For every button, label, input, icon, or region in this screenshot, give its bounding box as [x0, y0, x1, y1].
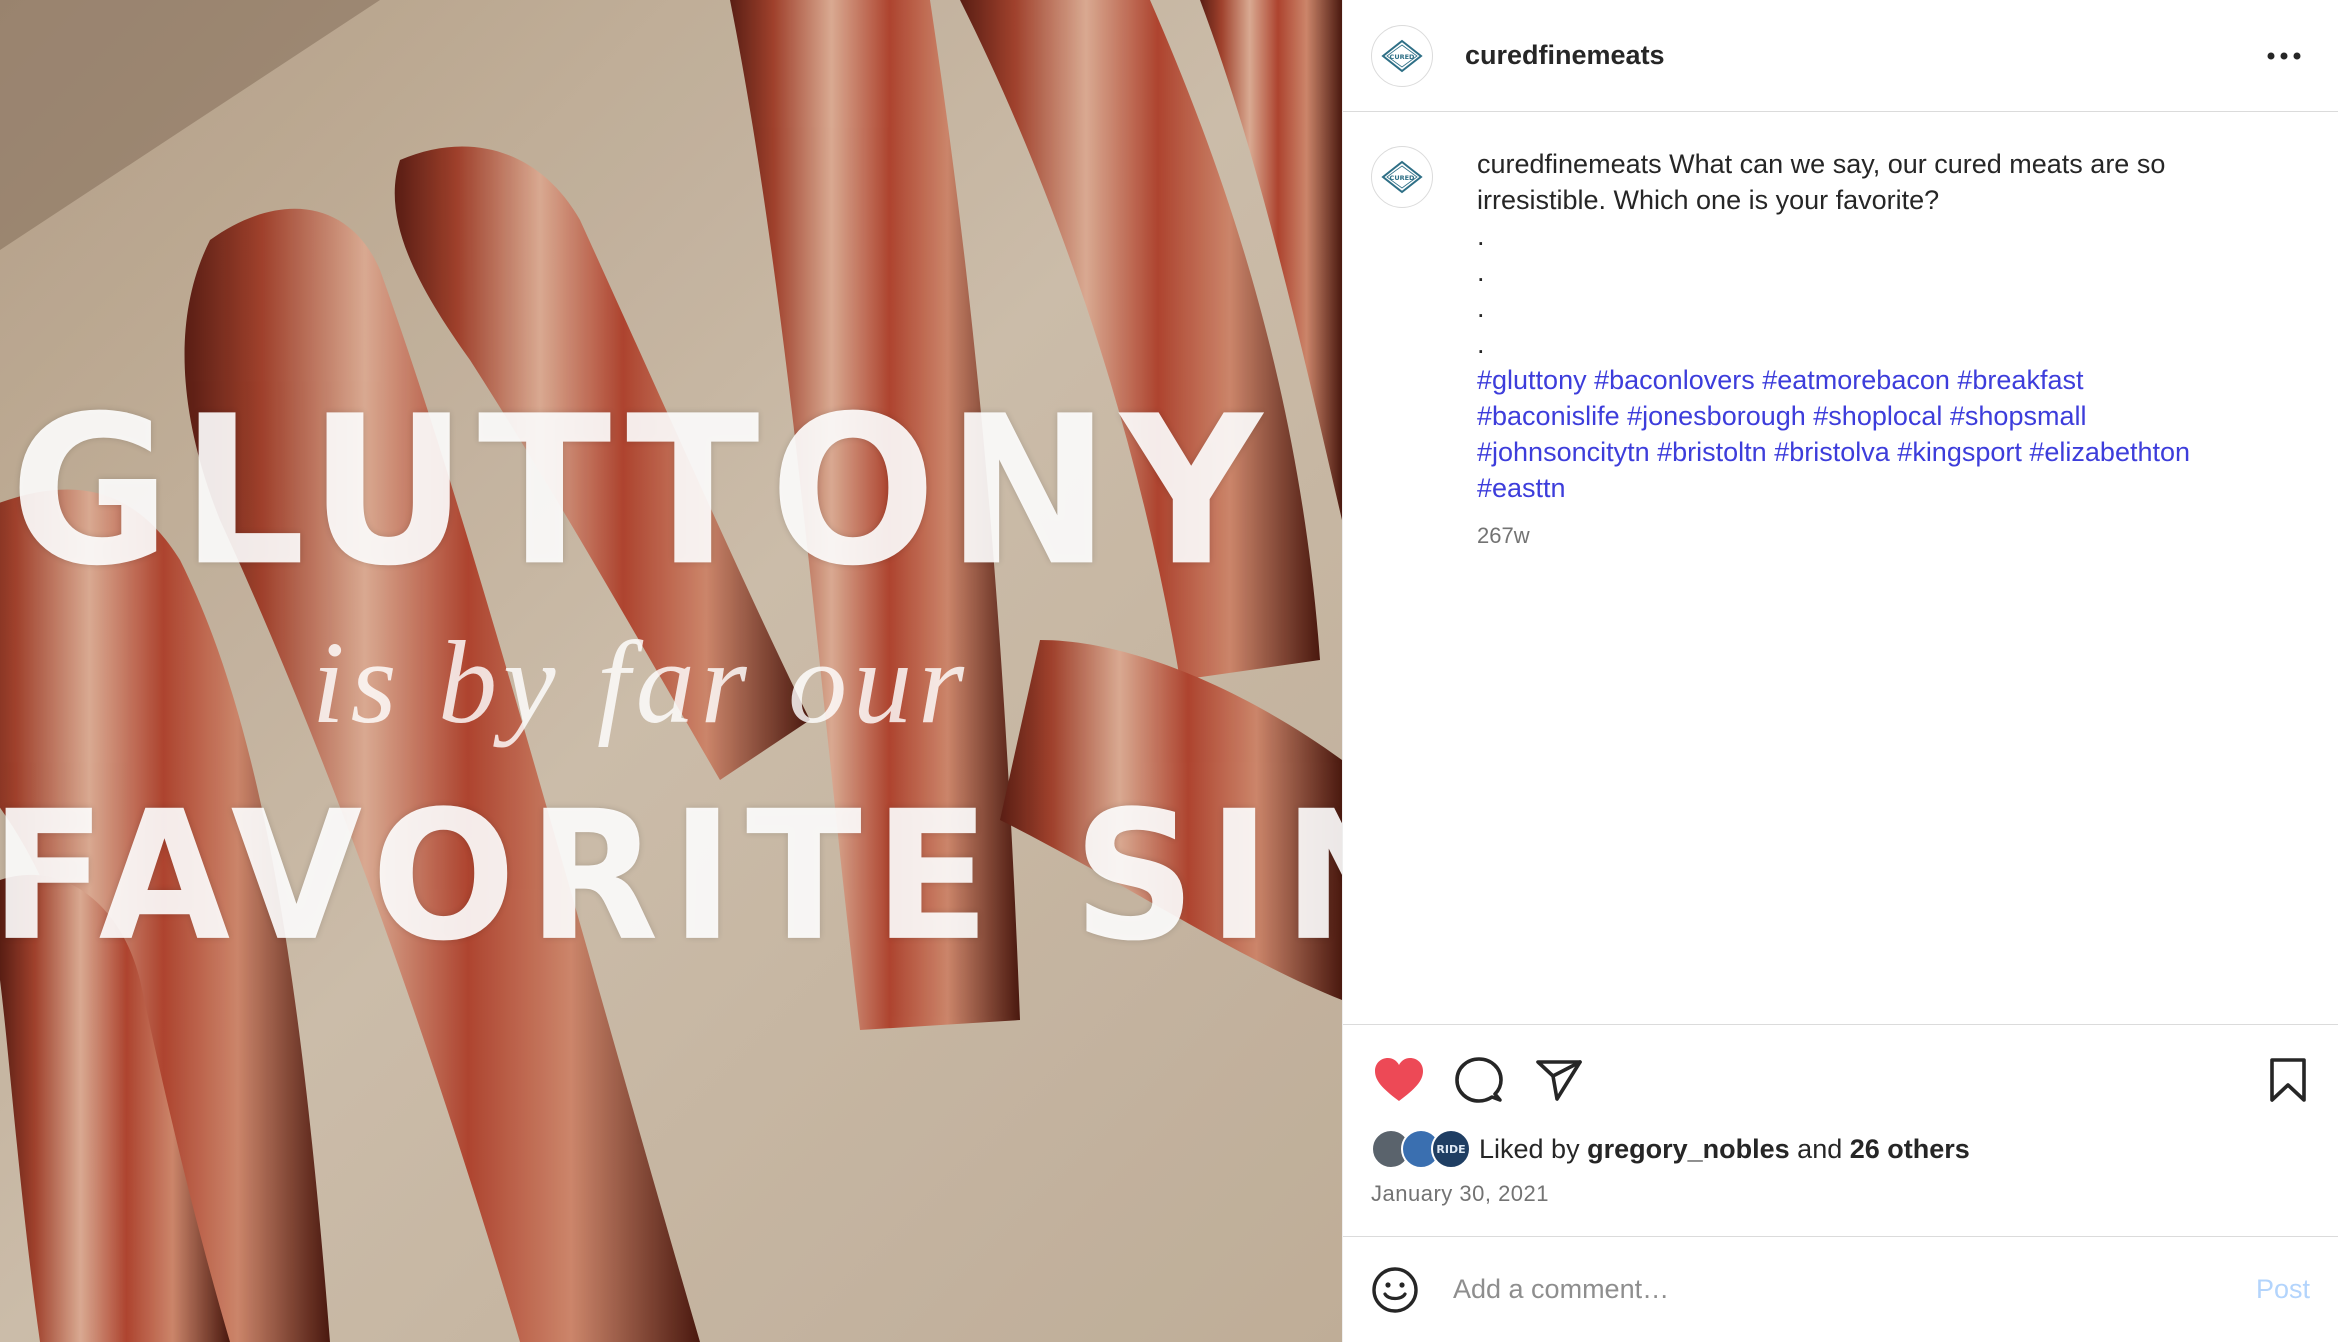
svg-text:CURED: CURED	[1390, 53, 1415, 61]
hashtag-link[interactable]: #easttn	[1477, 473, 1566, 503]
hashtag-link[interactable]: #eatmorebacon	[1762, 365, 1950, 395]
heart-filled-icon	[1375, 1058, 1423, 1101]
likes-others-link[interactable]: 26 others	[1850, 1134, 1970, 1165]
hashtag-link[interactable]: #johnsoncitytn	[1477, 437, 1650, 467]
hashtag-link[interactable]: #baconlovers	[1594, 365, 1755, 395]
caption-main: curedfinemeats What can we say, our cure…	[1477, 146, 2297, 218]
more-options-icon[interactable]	[2262, 34, 2306, 78]
caption-username[interactable]: curedfinemeats	[1477, 149, 1662, 179]
hashtag-link[interactable]: #bristolva	[1774, 437, 1890, 467]
hashtag-link[interactable]: #baconislife	[1477, 401, 1620, 431]
hashtag-link[interactable]: #shopsmall	[1950, 401, 2087, 431]
header-username[interactable]: curedfinemeats	[1465, 40, 2262, 71]
share-button[interactable]	[1531, 1052, 1587, 1108]
overlay-text-is-by-far-our: is by far our	[311, 617, 971, 748]
post-header: CURED curedfinemeats	[1343, 0, 2338, 112]
post-sidebar: CURED curedfinemeats CURED curedfinemeat…	[1342, 0, 2338, 1342]
like-button[interactable]	[1371, 1052, 1427, 1108]
caption-dot: .	[1477, 221, 1485, 251]
emoji-button[interactable]	[1367, 1262, 1423, 1318]
instagram-post: GLUTTONY is by far our FAVORITE SIN CURE…	[0, 0, 2338, 1342]
likes-summary: RIDE Liked by gregory_nobles and 26 othe…	[1371, 1129, 2310, 1169]
liker-avatar-label: RIDE	[1436, 1142, 1466, 1156]
save-button[interactable]	[2260, 1052, 2316, 1108]
cured-logo-icon: CURED	[1381, 39, 1423, 72]
caption-section: CURED curedfinemeats What can we say, ou…	[1343, 112, 2338, 1024]
hashtag-link[interactable]: #kingsport	[1897, 437, 2022, 467]
cured-logo-icon: CURED	[1381, 160, 1423, 194]
hashtag-link[interactable]: #elizabethton	[2029, 437, 2190, 467]
comment-composer: Post	[1343, 1236, 2338, 1342]
liker-avatars[interactable]: RIDE	[1371, 1129, 1473, 1169]
post-date[interactable]: January 30, 2021	[1371, 1181, 2310, 1207]
overlay-text-gluttony: GLUTTONY	[9, 372, 1273, 612]
caption-dot: .	[1477, 329, 1485, 359]
caption-text: curedfinemeats What can we say, our cure…	[1477, 146, 2297, 554]
hashtag-link[interactable]: #jonesborough	[1627, 401, 1806, 431]
post-image[interactable]: GLUTTONY is by far our FAVORITE SIN	[0, 0, 1342, 1342]
post-comment-button[interactable]: Post	[2256, 1274, 2310, 1305]
hashtag-link[interactable]: #shoplocal	[1813, 401, 1942, 431]
likes-prefix: Liked by	[1479, 1133, 1580, 1164]
action-icon-row	[1371, 1045, 2310, 1115]
liker-avatar: RIDE	[1431, 1129, 1471, 1169]
hashtag-list: #gluttony #baconlovers #eatmorebacon #br…	[1477, 362, 2297, 506]
caption-dot: .	[1477, 293, 1485, 323]
hashtag-link[interactable]: #bristoltn	[1657, 437, 1767, 467]
actions-section: RIDE Liked by gregory_nobles and 26 othe…	[1343, 1024, 2338, 1236]
caption-avatar[interactable]: CURED	[1371, 146, 1433, 208]
smiley-icon	[1372, 1266, 1418, 1313]
likes-conjunction: and	[1797, 1133, 1843, 1164]
hashtag-link[interactable]: #breakfast	[1957, 365, 2083, 395]
liked-by-user[interactable]: gregory_nobles	[1587, 1134, 1790, 1165]
post-age[interactable]: 267w	[1477, 518, 2297, 554]
paper-plane-icon	[1536, 1060, 1582, 1101]
hashtag-link[interactable]: #gluttony	[1477, 365, 1587, 395]
comment-bubble-icon	[1455, 1057, 1503, 1103]
comment-button[interactable]	[1451, 1052, 1507, 1108]
comment-input[interactable]	[1451, 1273, 2256, 1306]
overlay-text-favorite-sin: FAVORITE SIN	[0, 773, 1342, 981]
bookmark-icon	[2270, 1058, 2306, 1102]
profile-avatar[interactable]: CURED	[1371, 24, 1433, 87]
caption-dot: .	[1477, 257, 1485, 287]
svg-text:CURED: CURED	[1390, 174, 1415, 182]
